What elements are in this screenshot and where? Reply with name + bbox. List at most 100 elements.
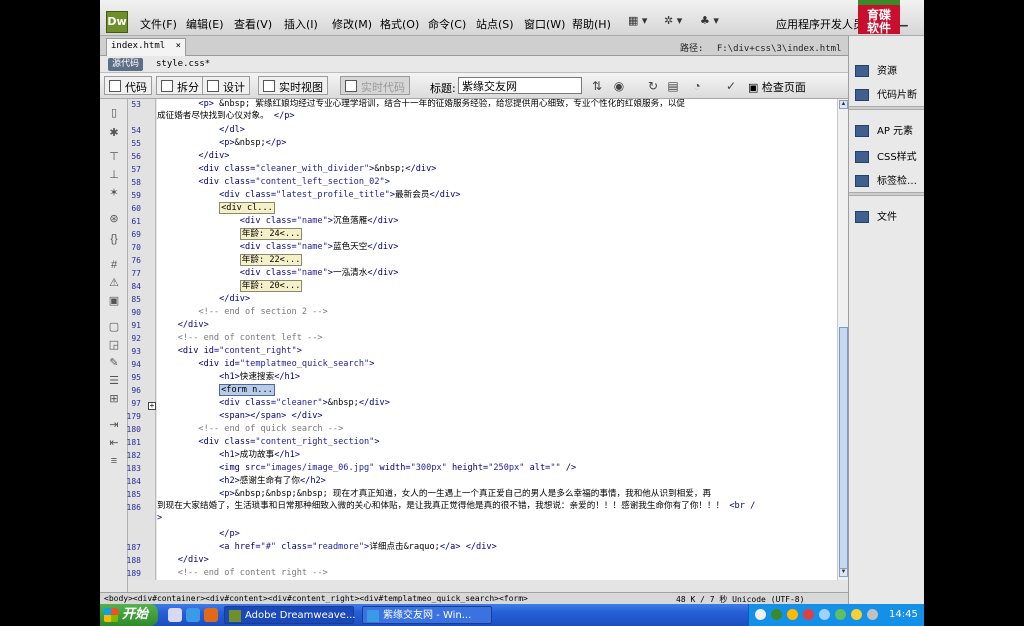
format-source-icon[interactable]: ≡ (107, 455, 121, 467)
line-numbers-icon[interactable]: # (107, 259, 121, 271)
panel-ap-elements[interactable]: AP 元素 (855, 122, 913, 137)
workspace-switcher[interactable]: 应用程序开发人员 (776, 16, 864, 32)
messenger-icon[interactable] (867, 609, 878, 620)
collapse-full-tag-icon[interactable]: ⊤ (107, 151, 121, 163)
design-icon (207, 80, 219, 92)
scrollbar-thumb[interactable] (839, 327, 848, 572)
code-line: <div class="content_left_section_02"> (198, 177, 390, 187)
show-desktop-icon[interactable] (168, 608, 182, 622)
menu-file[interactable]: 文件(F) (140, 16, 177, 32)
refresh-icon[interactable]: ↻ (646, 79, 660, 93)
code-line: </div> (219, 294, 251, 304)
menu-site[interactable]: 站点(S) (476, 16, 514, 32)
validate-markup-icon[interactable]: ✓ (724, 79, 738, 93)
recent-snippets-icon[interactable]: ☰ (107, 375, 121, 387)
collapsed-code-fragment[interactable]: 年龄: 22<... (239, 254, 303, 266)
highlight-invalid-code-icon[interactable]: ⚠ (107, 277, 121, 289)
preview-browser-icon[interactable]: ◉ (612, 79, 626, 93)
select-parent-tag-icon[interactable]: ⊛ (107, 213, 121, 225)
tab-close-icon[interactable]: × (176, 41, 181, 51)
ime-icon[interactable] (819, 609, 830, 620)
panel-assets[interactable]: 资源 (855, 62, 897, 77)
balance-braces-icon[interactable]: {} (107, 233, 121, 245)
minimize-icon[interactable]: ▁ (900, 16, 924, 27)
task-dreamweaver[interactable]: Adobe Dreamweave... (224, 606, 356, 624)
collapsed-code-fragment[interactable]: 年龄: 24<... (239, 228, 303, 240)
panel-files[interactable]: 文件 (855, 208, 897, 223)
collapse-selection-icon[interactable]: ⊥ (107, 169, 121, 181)
code-editor[interactable]: <p> &nbsp; 紫缘红娘均经过专业心理学培训，结合十一年的征婚服务经验，给… (157, 99, 837, 580)
menu-window[interactable]: 窗口(W) (524, 16, 565, 32)
code-line: <img src="images/image_06.jpg" width="30… (219, 463, 577, 473)
title-label: 标题: (430, 82, 456, 95)
expand-fold-icon[interactable]: + (148, 402, 156, 410)
tag-selector[interactable]: <body><div#container><div#content><div#c… (104, 594, 528, 603)
menu-help[interactable]: 帮助(H) (572, 16, 611, 32)
outdent-code-icon[interactable]: ⇤ (107, 437, 121, 449)
wrap-tag-icon[interactable]: ✎ (107, 357, 121, 369)
assets-icon (855, 65, 869, 77)
open-documents-icon[interactable]: ▯ (107, 107, 121, 119)
collapsed-code-fragment[interactable]: <div cl... (219, 202, 275, 214)
line-number: 94 (131, 360, 141, 369)
apply-comment-icon[interactable]: ▢ (107, 321, 121, 333)
code-line: <span></span> </div> (219, 411, 323, 421)
antivirus-icon[interactable] (803, 609, 814, 620)
syntax-error-icon[interactable]: ▣ (107, 295, 121, 307)
extend-menu-icon[interactable]: ✲ ▾ (664, 14, 682, 32)
ie-browser-icon[interactable] (186, 608, 200, 622)
update-icon[interactable] (835, 609, 846, 620)
line-number: 181 (126, 438, 141, 447)
panel-snippets[interactable]: 代码片断 (855, 86, 917, 101)
related-file-style-css[interactable]: style.css* (156, 59, 210, 69)
shield-icon[interactable] (851, 609, 862, 620)
ie-task-icon (367, 610, 379, 622)
live-view-button[interactable]: 实时视图 (258, 76, 328, 95)
check-page-button[interactable]: ▣ 检查页面 (748, 79, 806, 95)
line-number: 77 (131, 269, 141, 278)
status-info: 48 K / 7 秒 Unicode (UTF-8) (676, 595, 805, 604)
live-code-button[interactable]: 实时代码 (340, 76, 410, 95)
line-number: 186 (126, 503, 141, 512)
vertical-scrollbar[interactable]: ▲ ▼ (837, 99, 848, 580)
panel-tag-inspector[interactable]: 标签检… (855, 172, 917, 187)
page-title-input[interactable] (458, 77, 582, 94)
move-css-icon[interactable]: ⊞ (107, 393, 121, 405)
collapsed-code-fragment-selected[interactable]: <form n... (219, 384, 275, 396)
expand-all-icon[interactable]: ✶ (107, 187, 121, 199)
indent-code-icon[interactable]: ⇥ (107, 419, 121, 431)
security-icon[interactable] (787, 609, 798, 620)
menu-edit[interactable]: 编辑(E) (186, 16, 224, 32)
view-options-icon[interactable]: ▤ (666, 79, 680, 93)
line-number: 85 (131, 295, 141, 304)
tag-inspector-icon (855, 175, 869, 187)
collapsed-code-fragment[interactable]: 年龄: 20<... (239, 280, 303, 292)
remove-comment-icon[interactable]: ◲ (107, 339, 121, 351)
code-view-button[interactable]: 代码 (104, 76, 152, 95)
visual-aids-icon[interactable]: ◔ (690, 79, 704, 93)
source-code-button[interactable]: 源代码 (108, 58, 144, 71)
panel-css-styles[interactable]: CSS样式 (855, 148, 917, 163)
site-menu-icon[interactable]: ♣ ▾ (700, 14, 719, 32)
file-management-icon[interactable]: ⇅ (590, 79, 604, 93)
menu-commands[interactable]: 命令(C) (428, 16, 466, 32)
show-code-navigator-icon[interactable]: ✱ (107, 127, 121, 139)
task-browser-window[interactable]: 紫缘交友网 - Win... (362, 606, 492, 624)
design-view-button[interactable]: 设计 (202, 76, 250, 95)
menu-modify[interactable]: 修改(M) (332, 16, 372, 32)
scroll-down-icon[interactable]: ▼ (839, 568, 848, 577)
start-button[interactable]: 开始 (100, 604, 158, 626)
code-line: <div class="name">一泓清水</div> (239, 268, 399, 278)
firefox-icon[interactable] (204, 608, 218, 622)
check-page-icon: ▣ (748, 81, 762, 94)
layout-menu-icon[interactable]: ▦ ▾ (628, 14, 647, 32)
network-icon[interactable] (771, 609, 782, 620)
split-view-button[interactable]: 拆分 (156, 76, 204, 95)
tab-index-html[interactable]: index.html × (106, 38, 187, 56)
menu-format[interactable]: 格式(O) (380, 16, 419, 32)
line-number: 84 (131, 282, 141, 291)
volume-icon[interactable] (755, 609, 766, 620)
menu-view[interactable]: 查看(V) (234, 16, 272, 32)
menu-insert[interactable]: 插入(I) (284, 16, 318, 32)
scroll-up-icon[interactable]: ▲ (839, 100, 848, 109)
